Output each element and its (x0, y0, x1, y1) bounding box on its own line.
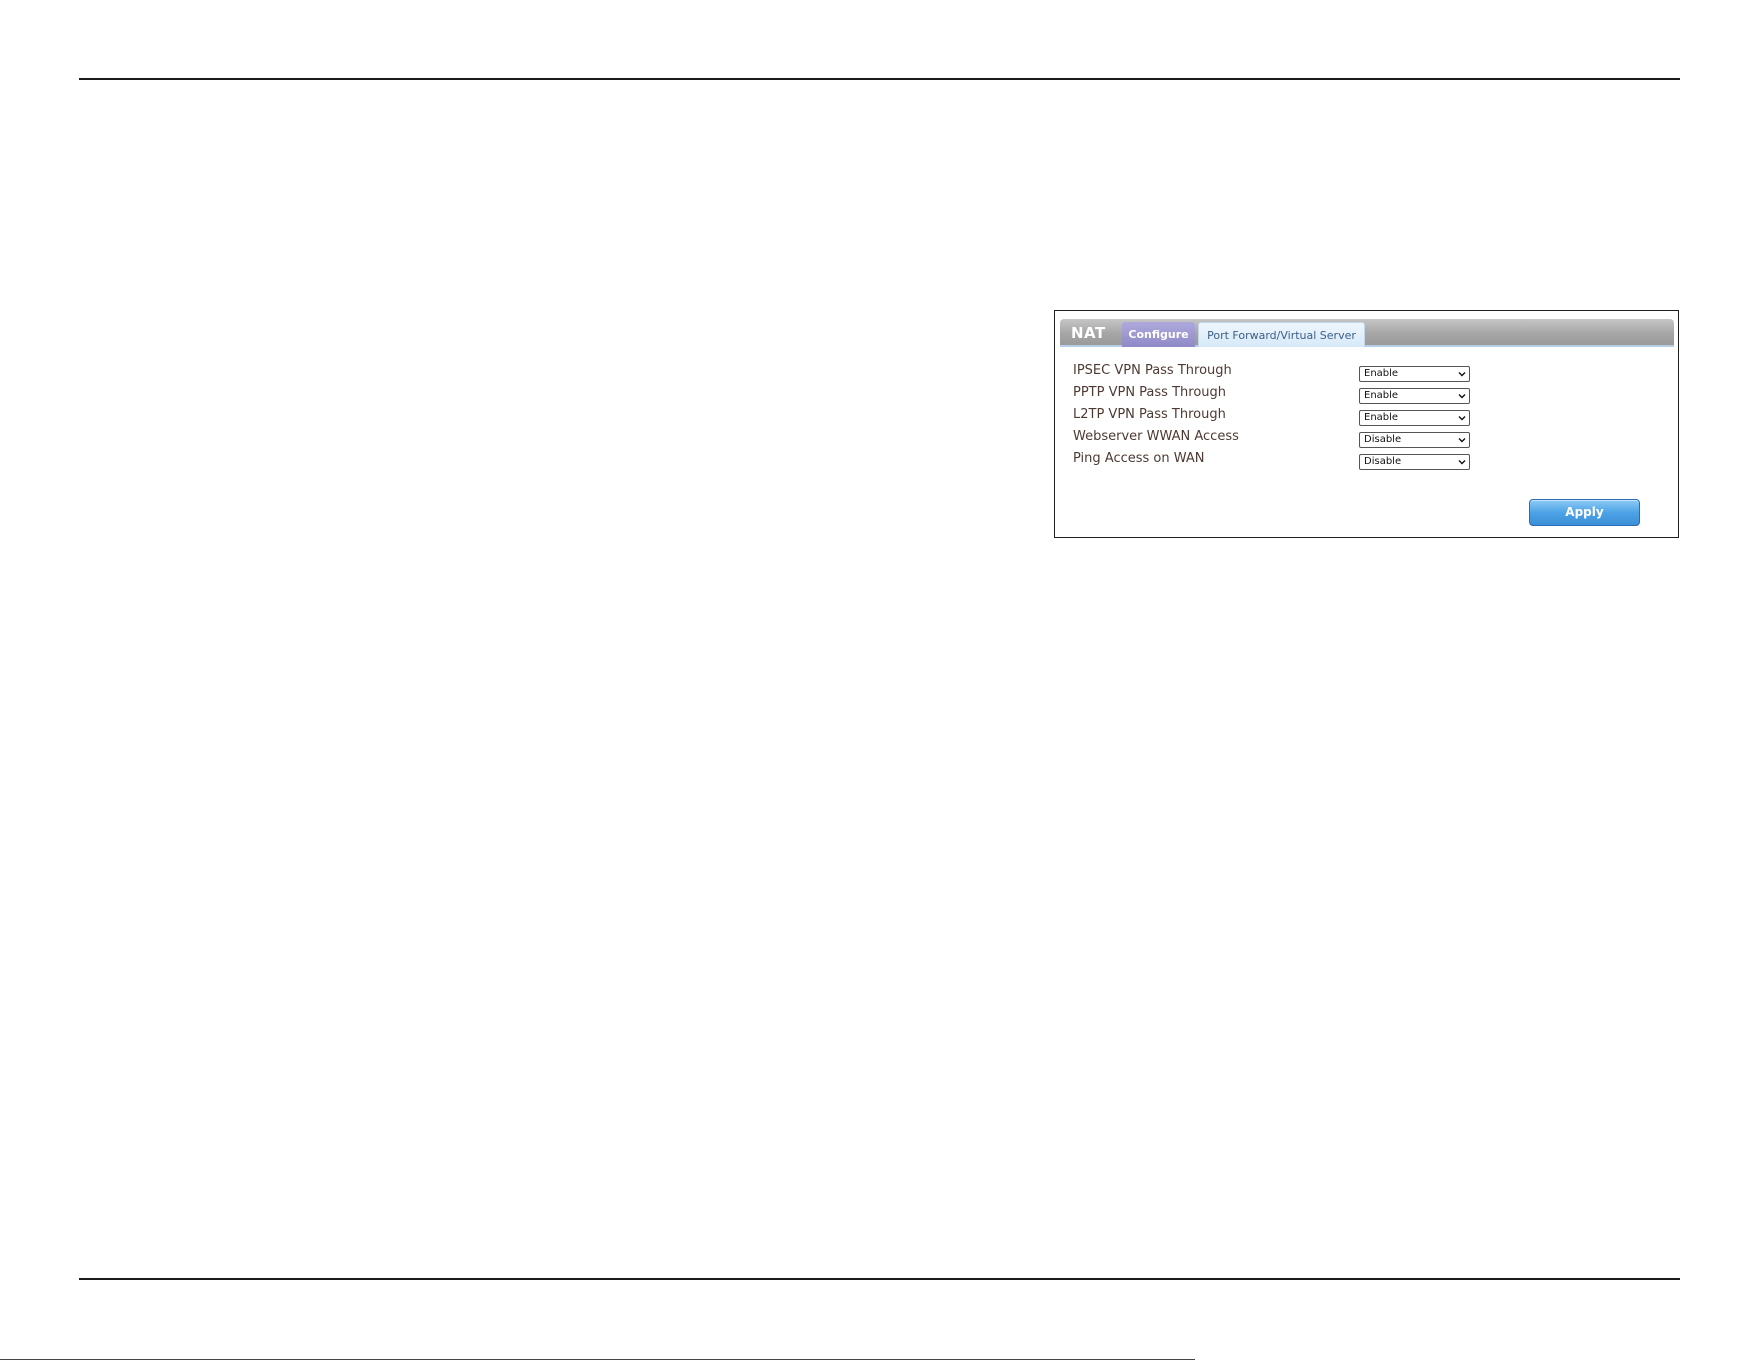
ipsec-vpn-select[interactable]: Enable (1359, 366, 1470, 382)
tab-configure[interactable]: Configure (1122, 322, 1195, 347)
ping-wan-select[interactable]: Disable (1359, 454, 1470, 470)
chevron-down-icon (1458, 460, 1466, 465)
setting-row-ipsec: IPSEC VPN Pass Through Enable (1073, 363, 1663, 383)
ipsec-vpn-value: Enable (1364, 368, 1399, 379)
bottom-divider (79, 1278, 1680, 1280)
setting-row-pptp: PPTP VPN Pass Through Enable (1073, 385, 1663, 405)
panel-header: NAT Configure Port Forward/Virtual Serve… (1060, 319, 1674, 347)
apply-button[interactable]: Apply (1529, 499, 1640, 526)
webserver-wwan-label: Webserver WWAN Access (1073, 429, 1239, 444)
webserver-wwan-select[interactable]: Disable (1359, 432, 1470, 448)
chevron-down-icon (1458, 394, 1466, 399)
setting-row-webserver-wwan: Webserver WWAN Access Disable (1073, 429, 1663, 449)
pptp-vpn-label: PPTP VPN Pass Through (1073, 385, 1227, 400)
page-edge-divider (0, 1359, 1195, 1360)
pptp-vpn-value: Enable (1364, 390, 1399, 401)
chevron-down-icon (1458, 438, 1466, 443)
setting-row-l2tp: L2TP VPN Pass Through Enable (1073, 407, 1663, 427)
l2tp-vpn-select[interactable]: Enable (1359, 410, 1470, 426)
l2tp-vpn-label: L2TP VPN Pass Through (1073, 407, 1226, 422)
nat-settings-panel: NAT Configure Port Forward/Virtual Serve… (1054, 310, 1679, 538)
webserver-wwan-value: Disable (1364, 434, 1402, 445)
ipsec-vpn-label: IPSEC VPN Pass Through (1073, 363, 1232, 378)
l2tp-vpn-value: Enable (1364, 412, 1399, 423)
setting-row-ping-wan: Ping Access on WAN Disable (1073, 451, 1663, 471)
ping-wan-value: Disable (1364, 456, 1402, 467)
panel-title: NAT (1071, 324, 1106, 342)
ping-wan-label: Ping Access on WAN (1073, 451, 1205, 466)
chevron-down-icon (1458, 372, 1466, 377)
tab-port-forward-virtual-server[interactable]: Port Forward/Virtual Server (1198, 322, 1365, 347)
chevron-down-icon (1458, 416, 1466, 421)
top-divider (79, 78, 1680, 80)
pptp-vpn-select[interactable]: Enable (1359, 388, 1470, 404)
